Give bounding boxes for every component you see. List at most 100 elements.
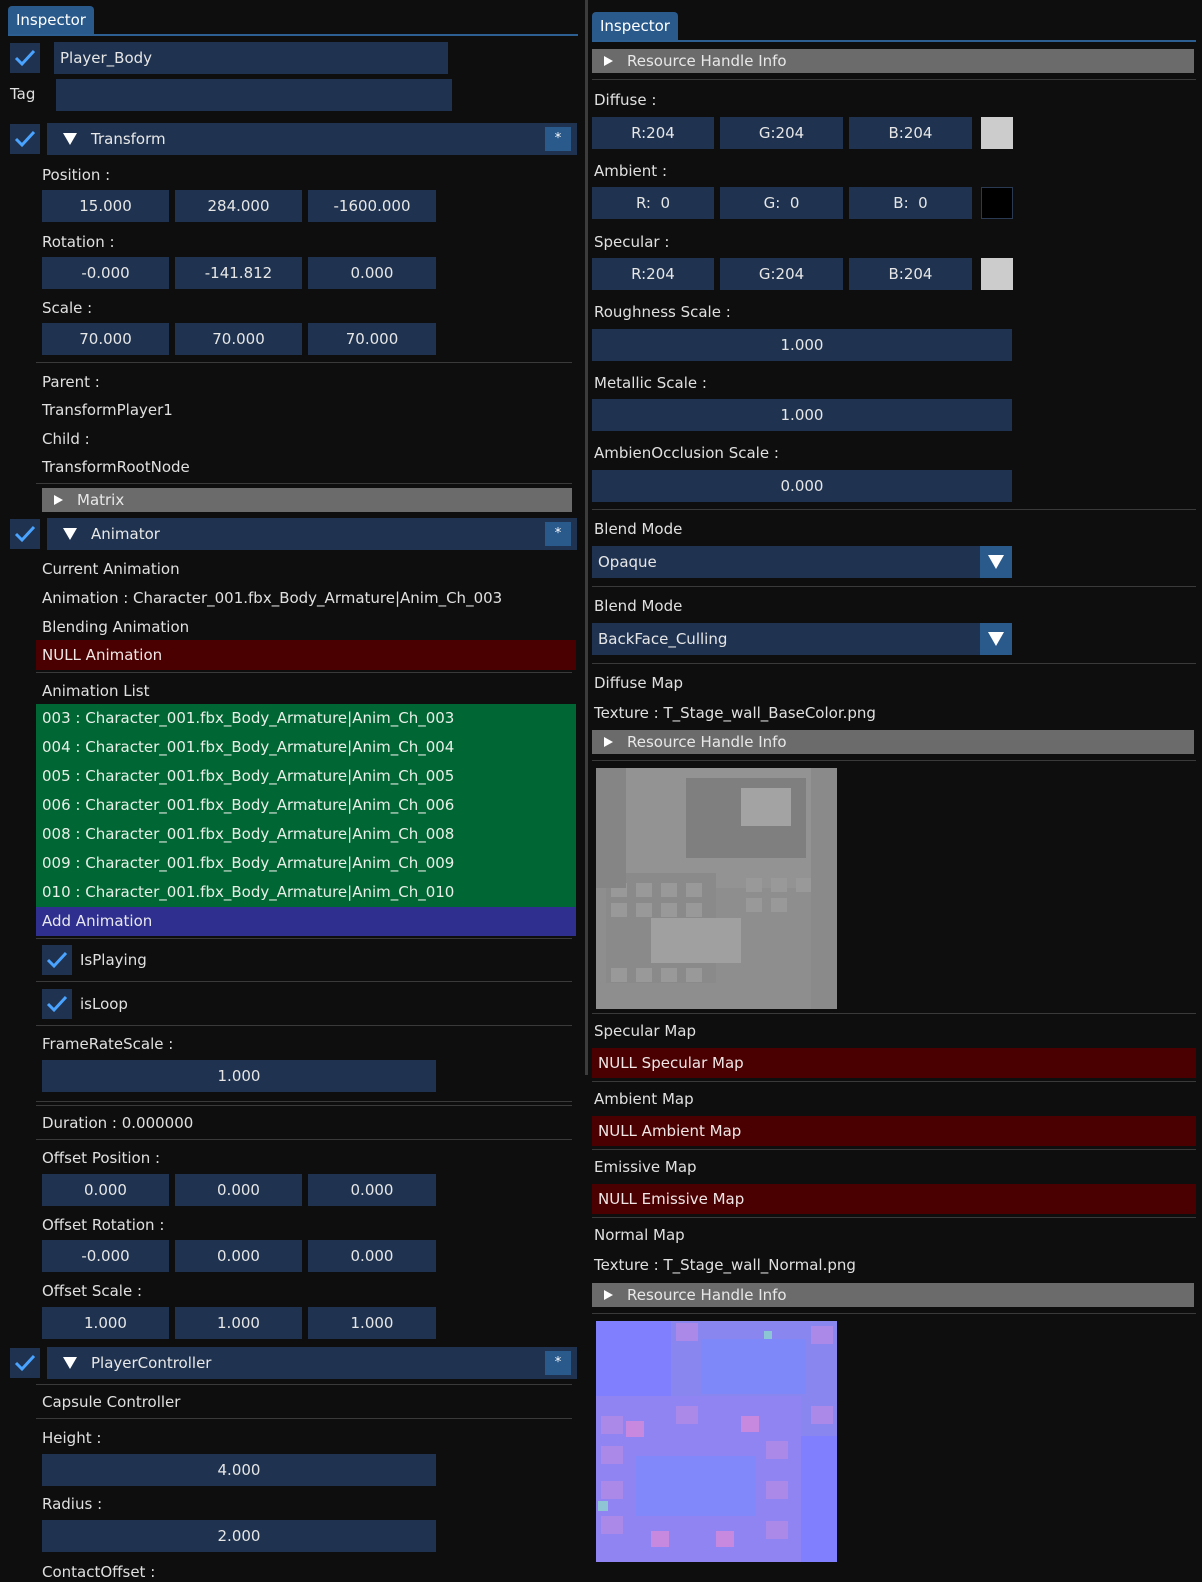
resource-handle-info-collapsible[interactable]: Resource Handle Info [592, 1283, 1194, 1307]
metallic-scale-field[interactable]: 1.000 [592, 399, 1012, 431]
ambient-b-field[interactable]: B: 0 [849, 187, 972, 219]
position-x-field[interactable]: 15.000 [42, 190, 169, 222]
specular-b-field[interactable]: B:204 [849, 258, 972, 290]
blend-mode-label: Blend Mode [594, 520, 683, 538]
ao-scale-label: AmbienOcclusion Scale : [594, 444, 779, 462]
is-playing-checkbox[interactable] [42, 945, 72, 975]
blending-animation-slot[interactable]: NULL Animation [36, 640, 576, 670]
tab-inspector-left[interactable]: Inspector [8, 6, 94, 34]
player-controller-options-button[interactable]: * [545, 1351, 571, 1375]
ambient-r-field[interactable]: R: 0 [592, 187, 714, 219]
offset-position-x-field[interactable]: 0.000 [42, 1174, 169, 1206]
position-y-field[interactable]: 284.000 [175, 190, 302, 222]
blend-mode-dropdown[interactable]: Opaque [592, 546, 1012, 578]
framerate-scale-field[interactable]: 1.000 [42, 1060, 436, 1092]
ambient-label: Ambient : [594, 162, 668, 180]
specular-map-slot[interactable]: NULL Specular Map [592, 1048, 1196, 1078]
diffuse-r-field[interactable]: R:204 [592, 117, 714, 149]
is-loop-checkbox[interactable] [42, 989, 72, 1019]
specular-color-swatch[interactable] [981, 258, 1013, 290]
offset-position-z-field[interactable]: 0.000 [308, 1174, 436, 1206]
diffuse-b-field[interactable]: B:204 [849, 117, 972, 149]
diffuse-label: Diffuse : [594, 91, 657, 109]
rotation-y-field[interactable]: -141.812 [175, 257, 302, 289]
normal-map-thumbnail [596, 1321, 837, 1562]
ambient-g-field[interactable]: G: 0 [720, 187, 843, 219]
checkmark-icon [46, 951, 68, 969]
animation-list-item[interactable]: 010 : Character_001.fbx_Body_Armature|An… [36, 878, 576, 907]
diffuse-color-swatch[interactable] [981, 117, 1013, 149]
animator-header[interactable]: Animator * [47, 518, 577, 550]
scale-x-field[interactable]: 70.000 [42, 323, 169, 355]
offset-scale-z-field[interactable]: 1.000 [308, 1307, 436, 1339]
animation-list-item[interactable]: 004 : Character_001.fbx_Body_Armature|An… [36, 733, 576, 762]
animation-list-item[interactable]: 009 : Character_001.fbx_Body_Armature|An… [36, 849, 576, 878]
animator-options-button[interactable]: * [545, 522, 571, 546]
height-label: Height : [42, 1429, 102, 1447]
offset-position-y-field[interactable]: 0.000 [175, 1174, 302, 1206]
dropdown-arrow-icon[interactable] [980, 546, 1012, 578]
player-controller-enabled-checkbox[interactable] [10, 1348, 40, 1378]
offset-rotation-z-field[interactable]: 0.000 [308, 1240, 436, 1272]
tab-underline [8, 34, 578, 36]
offset-scale-x-field[interactable]: 1.000 [42, 1307, 169, 1339]
radius-field[interactable]: 2.000 [42, 1520, 436, 1552]
roughness-scale-field[interactable]: 1.000 [592, 329, 1012, 361]
transform-enabled-checkbox[interactable] [10, 124, 40, 154]
tab-inspector-right[interactable]: Inspector [592, 12, 678, 40]
child-label: Child : [42, 430, 90, 448]
panel-splitter[interactable] [585, 0, 588, 1075]
animation-list-item[interactable]: 006 : Character_001.fbx_Body_Armature|An… [36, 791, 576, 820]
diffuse-g-field[interactable]: G:204 [720, 117, 843, 149]
matrix-collapsible[interactable]: Matrix [42, 488, 572, 512]
emissive-map-slot[interactable]: NULL Emissive Map [592, 1184, 1196, 1214]
player-controller-title: PlayerController [91, 1354, 212, 1372]
rotation-x-field[interactable]: -0.000 [42, 257, 169, 289]
offset-rotation-y-field[interactable]: 0.000 [175, 1240, 302, 1272]
tab-underline [592, 40, 1196, 42]
resource-handle-info-collapsible[interactable]: Resource Handle Info [592, 49, 1194, 73]
ao-scale-field[interactable]: 0.000 [592, 470, 1012, 502]
add-animation-button[interactable]: Add Animation [36, 907, 576, 936]
animation-list-item[interactable]: 008 : Character_001.fbx_Body_Armature|An… [36, 820, 576, 849]
specular-g-field[interactable]: G:204 [720, 258, 843, 290]
animation-list-item[interactable]: 003 : Character_001.fbx_Body_Armature|An… [36, 704, 576, 733]
collapse-triangle-icon [63, 528, 77, 540]
framerate-scale-label: FrameRateScale : [42, 1035, 174, 1053]
child-value: TransformRootNode [42, 458, 190, 476]
resource-handle-info-label: Resource Handle Info [627, 733, 787, 751]
resource-handle-info-collapsible[interactable]: Resource Handle Info [592, 730, 1194, 754]
divider [36, 1384, 572, 1385]
tag-input[interactable] [56, 79, 452, 111]
current-animation-value: Animation : Character_001.fbx_Body_Armat… [42, 589, 503, 607]
divider [36, 938, 572, 939]
divider [36, 1025, 572, 1026]
position-z-field[interactable]: -1600.000 [308, 190, 436, 222]
animation-list-item[interactable]: 005 : Character_001.fbx_Body_Armature|An… [36, 762, 576, 791]
scale-y-field[interactable]: 70.000 [175, 323, 302, 355]
transform-options-button[interactable]: * [545, 127, 571, 151]
height-field[interactable]: 4.000 [42, 1454, 436, 1486]
player-controller-header[interactable]: PlayerController * [47, 1347, 577, 1379]
object-active-checkbox[interactable] [10, 43, 40, 73]
object-name-input[interactable]: Player_Body [54, 42, 448, 74]
scale-z-field[interactable]: 70.000 [308, 323, 436, 355]
cull-mode-dropdown[interactable]: BackFace_Culling [592, 623, 1012, 655]
divider [36, 1418, 572, 1419]
specular-r-field[interactable]: R:204 [592, 258, 714, 290]
duration-label: Duration : 0.000000 [42, 1114, 194, 1132]
transform-header[interactable]: Transform * [47, 123, 577, 155]
ambient-color-swatch[interactable] [981, 187, 1013, 219]
diffuse-map-thumbnail [596, 768, 837, 1009]
ambient-map-slot[interactable]: NULL Ambient Map [592, 1116, 1196, 1146]
normal-map-label: Normal Map [594, 1226, 685, 1244]
rotation-z-field[interactable]: 0.000 [308, 257, 436, 289]
animator-enabled-checkbox[interactable] [10, 519, 40, 549]
offset-rotation-x-field[interactable]: -0.000 [42, 1240, 169, 1272]
offset-scale-y-field[interactable]: 1.000 [175, 1307, 302, 1339]
blend-mode-selected: Opaque [598, 553, 657, 571]
dropdown-arrow-icon[interactable] [980, 623, 1012, 655]
offset-rotation-label: Offset Rotation : [42, 1216, 165, 1234]
offset-scale-label: Offset Scale : [42, 1282, 143, 1300]
scale-label: Scale : [42, 299, 93, 317]
